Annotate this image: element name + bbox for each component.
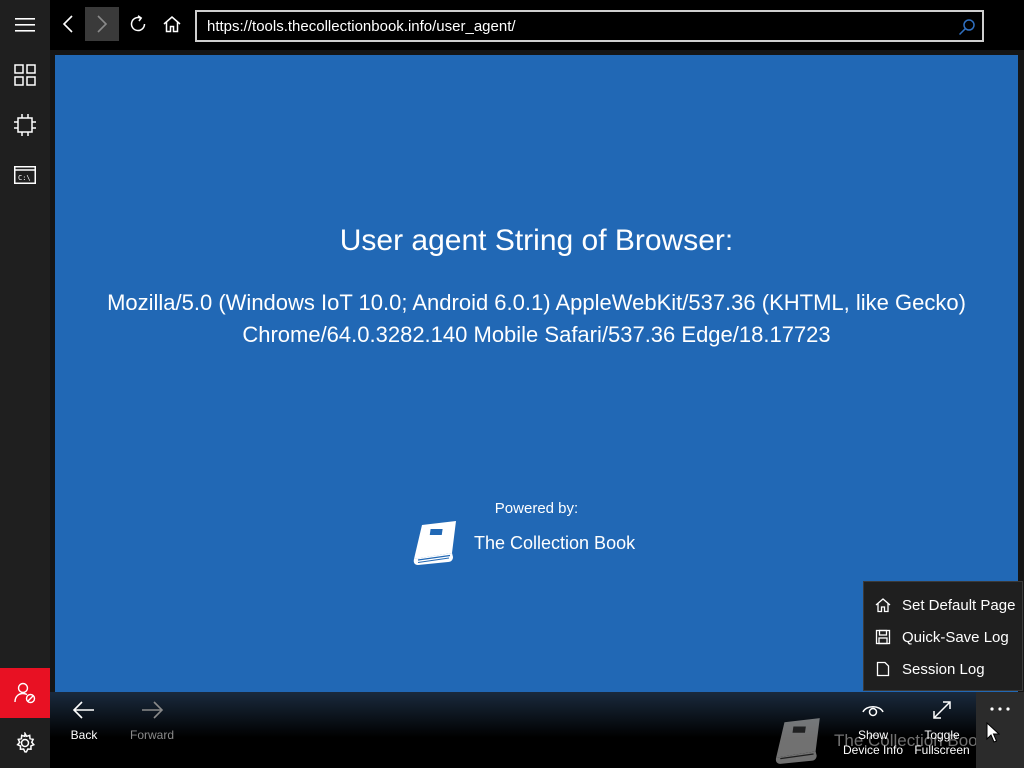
more-options-menu: Set Default Page Quick-Save Log Session …: [863, 581, 1023, 691]
eye-icon: [862, 706, 884, 717]
book-icon: [775, 718, 820, 764]
user-blocked-icon: [14, 682, 36, 704]
toggle-label: Toggle: [924, 728, 960, 742]
back-label: Back: [70, 728, 98, 742]
powered-by-label: Powered by:: [494, 500, 579, 517]
menu-item-label: Session Log: [902, 660, 985, 678]
document-icon: [864, 661, 902, 677]
forward-label: Forward: [129, 728, 174, 742]
settings-icon: [16, 732, 36, 753]
page-title: User agent String of Browser:: [339, 224, 734, 257]
arrow-right-icon: [142, 701, 164, 719]
show-device-info-button[interactable]: Show Device Info: [840, 700, 906, 758]
book-icon: [413, 521, 456, 565]
console-icon: C:\: [14, 166, 36, 184]
back-button[interactable]: Back: [66, 700, 102, 743]
arrow-left-icon: [72, 701, 94, 719]
svg-text:C:\: C:\: [18, 174, 31, 182]
brand-name: The Collection Book: [474, 532, 636, 553]
ua-line-2: Chrome/64.0.3282.140 Mobile Safari/537.3…: [242, 322, 831, 347]
hamburger-menu-button[interactable]: [0, 0, 50, 50]
fullscreen-label: Fullscreen: [914, 743, 970, 757]
chevron-left-icon: [62, 15, 73, 33]
search-icon[interactable]: [958, 18, 976, 40]
nav-forward-button[interactable]: [85, 7, 119, 41]
bottom-app-bar: Back Forward The Collection Book Show De…: [50, 692, 1024, 768]
left-rail: C:\: [0, 0, 50, 768]
nav-back-button[interactable]: [51, 7, 85, 41]
processor-icon: [14, 114, 36, 136]
browser-toolbar: https://tools.thecollectionbook.info/use…: [50, 0, 1024, 50]
chevron-right-icon: [97, 15, 108, 33]
mouse-cursor-icon: [986, 722, 1000, 743]
save-icon: [864, 629, 902, 645]
apps-grid-icon: [14, 64, 36, 86]
brand-logo[interactable]: The Collection Book: [410, 518, 635, 568]
settings-button[interactable]: [0, 718, 50, 768]
app-window: C:\ https://tools.thecollectionbook.info…: [0, 0, 1024, 768]
refresh-button[interactable]: [121, 7, 155, 41]
forward-button[interactable]: Forward: [126, 700, 178, 743]
console-button[interactable]: C:\: [0, 150, 50, 200]
menu-item-label: Set Default Page: [902, 596, 1016, 614]
device-info-label: Device Info: [842, 743, 904, 757]
user-agent-string: Mozilla/5.0 (Windows IoT 10.0; Android 6…: [75, 287, 998, 351]
user-access-button[interactable]: [0, 668, 50, 718]
fullscreen-icon: [933, 701, 951, 719]
device-button[interactable]: [0, 100, 50, 150]
show-label: Show: [857, 728, 889, 742]
menu-item-label: Quick-Save Log: [902, 628, 1009, 646]
menu-item-session-log[interactable]: Session Log: [864, 653, 1024, 685]
apps-button[interactable]: [0, 50, 50, 100]
more-options-button[interactable]: [976, 692, 1024, 768]
toggle-fullscreen-button[interactable]: Toggle Fullscreen: [910, 700, 974, 758]
url-text[interactable]: https://tools.thecollectionbook.info/use…: [207, 18, 516, 35]
home-icon: [163, 16, 181, 33]
home-button[interactable]: [155, 7, 189, 41]
home-icon: [864, 597, 902, 613]
menu-item-set-default-page[interactable]: Set Default Page: [864, 589, 1024, 621]
menu-icon: [15, 18, 35, 32]
more-dots-icon: [990, 707, 1010, 711]
refresh-icon: [130, 15, 146, 32]
address-bar[interactable]: https://tools.thecollectionbook.info/use…: [195, 10, 984, 42]
ua-line-1: Mozilla/5.0 (Windows IoT 10.0; Android 6…: [107, 290, 966, 315]
menu-item-quick-save-log[interactable]: Quick-Save Log: [864, 621, 1024, 653]
